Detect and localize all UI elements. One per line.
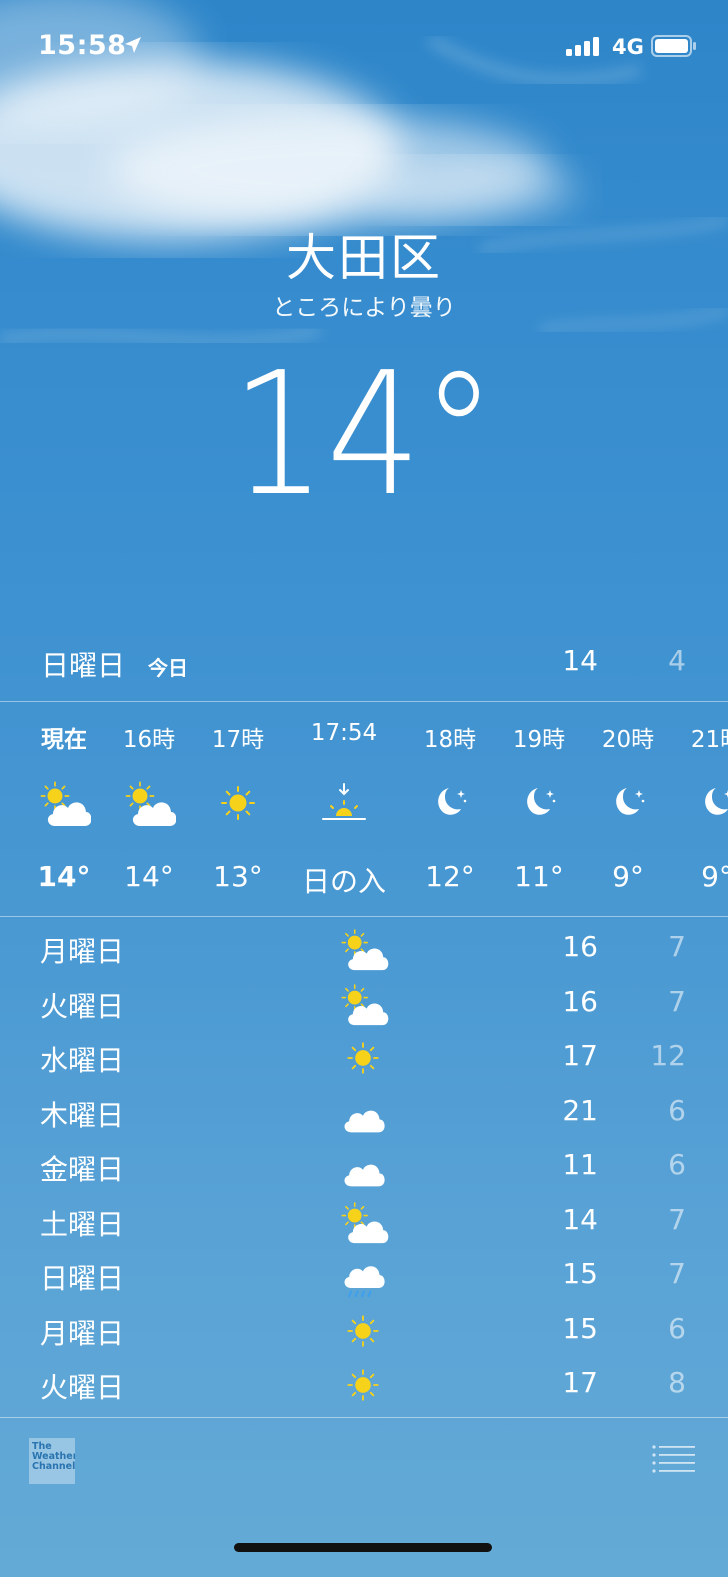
day-row: 日曜日 15 7 — [0, 1249, 728, 1303]
day-name: 水曜日 — [40, 1044, 125, 1077]
day-high: 16 — [562, 930, 598, 963]
hour-temp: 13° — [213, 860, 263, 893]
day-name: 金曜日 — [40, 1153, 125, 1186]
hour-label: 21時 — [690, 727, 728, 753]
location-arrow-icon — [125, 37, 141, 53]
day-name: 月曜日 — [40, 1316, 125, 1350]
hour-label: 16時 — [122, 727, 176, 753]
day-name: 月曜日 — [40, 935, 125, 968]
day-low: 6 — [668, 1311, 686, 1345]
hour-temp: 日の入 — [301, 865, 386, 898]
day-row: 水曜日 17 12 — [0, 1031, 728, 1085]
moon-stars-icon — [705, 788, 728, 815]
day-high: 15 — [562, 1311, 598, 1345]
moon-stars-icon — [616, 788, 645, 815]
location-name: 大田区 — [286, 229, 442, 287]
hour-item: 20時 9° — [578, 704, 678, 916]
today-tag: 今日 — [148, 656, 188, 680]
cloud-icon — [336, 1144, 390, 1190]
day-low: 7 — [668, 1257, 686, 1290]
hour-label: 18時 — [423, 727, 477, 753]
hour-item: 19時 11° — [489, 704, 589, 916]
status-time: 15:58 — [38, 30, 127, 61]
day-low: 7 — [668, 930, 686, 963]
hour-item: 18時 12° — [400, 704, 500, 916]
hour-item: 16時 14° — [99, 704, 199, 916]
day-row: 金曜日 11 6 — [0, 1140, 728, 1194]
day-name: 火曜日 — [40, 1371, 125, 1404]
current-temperature: 14° — [0, 350, 728, 520]
hour-temp: 12° — [425, 860, 475, 893]
hour-label: 19時 — [512, 727, 566, 753]
day-row: 土曜日 14 7 — [0, 1195, 728, 1249]
divider — [0, 701, 728, 702]
home-indicator[interactable] — [234, 1543, 492, 1552]
day-low: 12 — [650, 1039, 686, 1072]
hour-label: 20時 — [601, 727, 655, 753]
signal-icon — [566, 37, 599, 56]
battery-icon — [651, 35, 696, 57]
hour-label: 17:54 — [310, 720, 378, 746]
sun-icon — [336, 1035, 390, 1081]
day-high: 15 — [562, 1257, 598, 1290]
hourly-forecast[interactable]: 現在 14° 16時 14° 17時 13° 17:54 日の入 18時 12°… — [0, 704, 728, 916]
day-high: 14 — [562, 1202, 598, 1236]
rain-icon — [336, 1253, 390, 1299]
today-high: 14 — [562, 644, 598, 677]
day-low: 7 — [668, 984, 686, 1018]
day-row: 月曜日 15 6 — [0, 1304, 728, 1358]
hour-temp: 9° — [612, 860, 644, 893]
today-day: 日曜日 — [41, 649, 126, 682]
partly-cloudy-icon — [336, 1199, 390, 1245]
day-name: 土曜日 — [40, 1207, 125, 1241]
current-temperature-value: 14° — [231, 336, 497, 534]
list-icon[interactable] — [652, 1444, 696, 1474]
today-summary: 日曜日 今日 14 4 — [0, 640, 728, 688]
partly-cloudy-icon — [122, 778, 176, 828]
sunset-icon — [322, 783, 366, 820]
current-condition: ところにより曇り — [272, 295, 456, 321]
partly-cloudy-icon — [336, 926, 390, 972]
network-type: 4G — [612, 35, 644, 59]
day-low: 7 — [668, 1202, 686, 1236]
divider — [0, 916, 728, 917]
day-name: 日曜日 — [40, 1262, 125, 1295]
status-bar: 15:58 4G — [0, 0, 728, 90]
day-name: 木曜日 — [40, 1098, 125, 1132]
day-row: 木曜日 21 6 — [0, 1086, 728, 1140]
weather-channel-logo[interactable]: The Weather Channel — [29, 1438, 75, 1484]
day-high: 17 — [562, 1366, 598, 1399]
day-row: 火曜日 17 8 — [0, 1358, 728, 1412]
day-name: 火曜日 — [40, 989, 125, 1023]
day-low: 8 — [668, 1366, 686, 1399]
divider — [0, 1417, 728, 1418]
sun-icon — [336, 1308, 390, 1354]
hour-item: 21時 9° — [667, 704, 728, 916]
hour-label: 17時 — [211, 727, 265, 753]
cloud-icon — [336, 1090, 390, 1136]
day-high: 17 — [562, 1039, 598, 1072]
day-row: 火曜日 16 7 — [0, 977, 728, 1031]
day-high: 16 — [562, 984, 598, 1018]
partly-cloudy-icon — [336, 981, 390, 1027]
today-low: 4 — [668, 644, 686, 677]
sun-icon — [211, 778, 265, 828]
day-high: 11 — [562, 1148, 598, 1181]
partly-cloudy-icon — [37, 778, 91, 828]
moon-stars-icon — [438, 788, 467, 815]
day-low: 6 — [668, 1148, 686, 1181]
day-high: 21 — [562, 1093, 598, 1127]
hour-temp: 9° — [701, 860, 728, 893]
moon-stars-icon — [527, 788, 556, 815]
day-row: 月曜日 16 7 — [0, 922, 728, 976]
sun-icon — [336, 1362, 390, 1408]
hour-item-sunset: 17:54 日の入 — [294, 704, 394, 916]
hour-item: 17時 13° — [188, 704, 288, 916]
day-low: 6 — [668, 1093, 686, 1127]
hour-temp: 14° — [124, 860, 174, 893]
hour-temp: 11° — [514, 860, 564, 893]
